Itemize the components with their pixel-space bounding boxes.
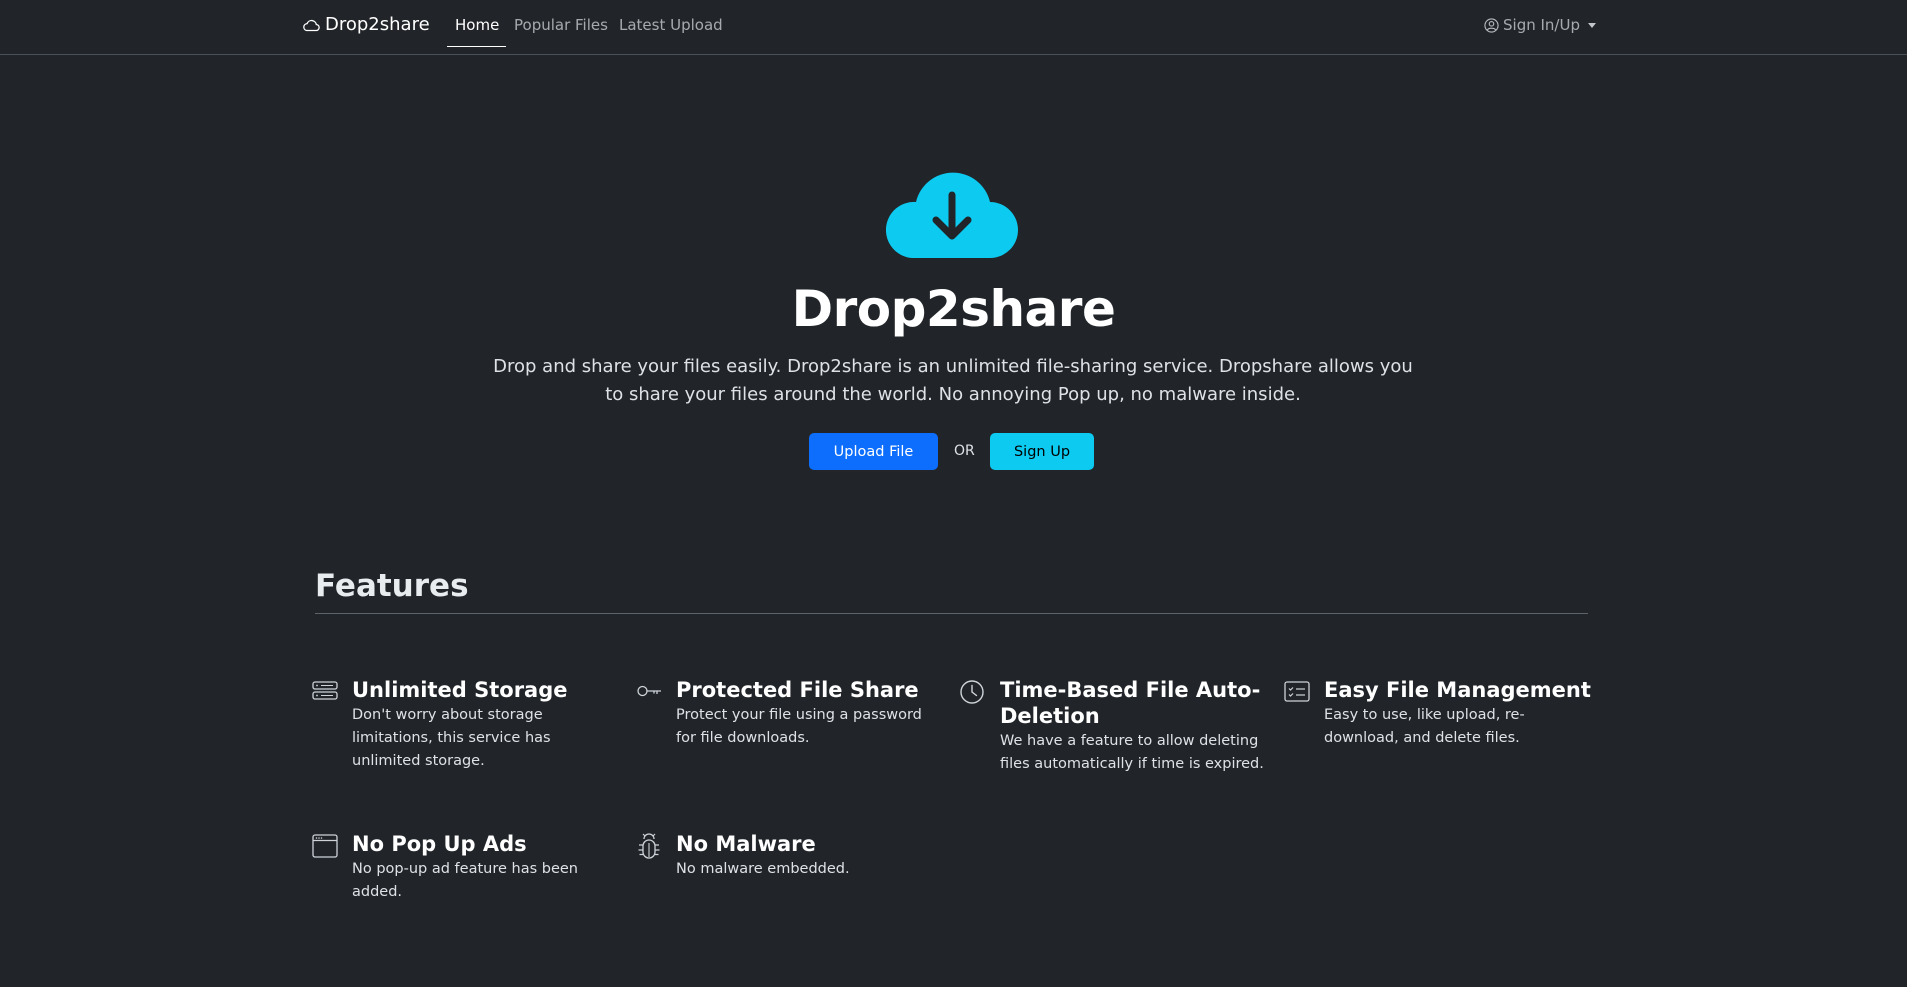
feature-text: No pop-up ad feature has been added. xyxy=(352,861,578,900)
nav-popular-files[interactable]: Popular Files xyxy=(514,16,608,34)
hero-description: Drop and share your files easily. Drop2s… xyxy=(493,356,1413,405)
feature-title: Time-Based File Auto-Deletion xyxy=(1000,678,1261,728)
bug-icon xyxy=(638,833,660,859)
feature-text: Easy to use, like upload, re-download, a… xyxy=(1324,707,1525,746)
feature-title: No Pop Up Ads xyxy=(352,832,527,856)
features-divider xyxy=(315,613,1588,614)
key-icon xyxy=(637,685,661,697)
clock-icon xyxy=(960,680,984,704)
caret-down-icon xyxy=(1587,22,1596,28)
nav-latest-upload[interactable]: Latest Upload xyxy=(619,16,723,34)
brand-label: Drop2share xyxy=(325,14,430,35)
nav-home[interactable]: Home xyxy=(455,16,499,34)
feature-text: Don't worry about storage limitations, t… xyxy=(352,707,551,769)
card-checklist-icon xyxy=(1284,681,1310,702)
feature-text: We have a feature to allow deleting file… xyxy=(1000,733,1264,772)
navbar: Drop2share Home Popular Files Latest Upl… xyxy=(0,0,1907,55)
features-heading: Features xyxy=(315,568,469,604)
nav-active-indicator xyxy=(447,46,506,47)
feature-title: Easy File Management xyxy=(1324,678,1591,702)
signin-label: Sign In/Up xyxy=(1503,16,1580,34)
feature-text: Protect your file using a password for f… xyxy=(676,707,922,746)
signin-dropdown[interactable]: Sign In/Up xyxy=(1484,16,1596,34)
feature-title: Unlimited Storage xyxy=(352,678,568,702)
upload-file-button[interactable]: Upload File xyxy=(809,433,938,470)
user-circle-icon xyxy=(1484,17,1499,33)
feature-title: Protected File Share xyxy=(676,678,919,702)
cloud-icon xyxy=(303,19,320,31)
hero-title: Drop2share xyxy=(791,280,1116,338)
hdd-stack-icon xyxy=(312,681,338,700)
window-icon xyxy=(312,834,338,858)
feature-title: No Malware xyxy=(676,832,816,856)
brand-link[interactable]: Drop2share xyxy=(302,14,430,35)
sign-up-button[interactable]: Sign Up xyxy=(990,433,1094,470)
or-separator: OR xyxy=(954,443,975,459)
cloud-download-icon xyxy=(886,172,1018,258)
feature-text: No malware embedded. xyxy=(676,861,850,877)
